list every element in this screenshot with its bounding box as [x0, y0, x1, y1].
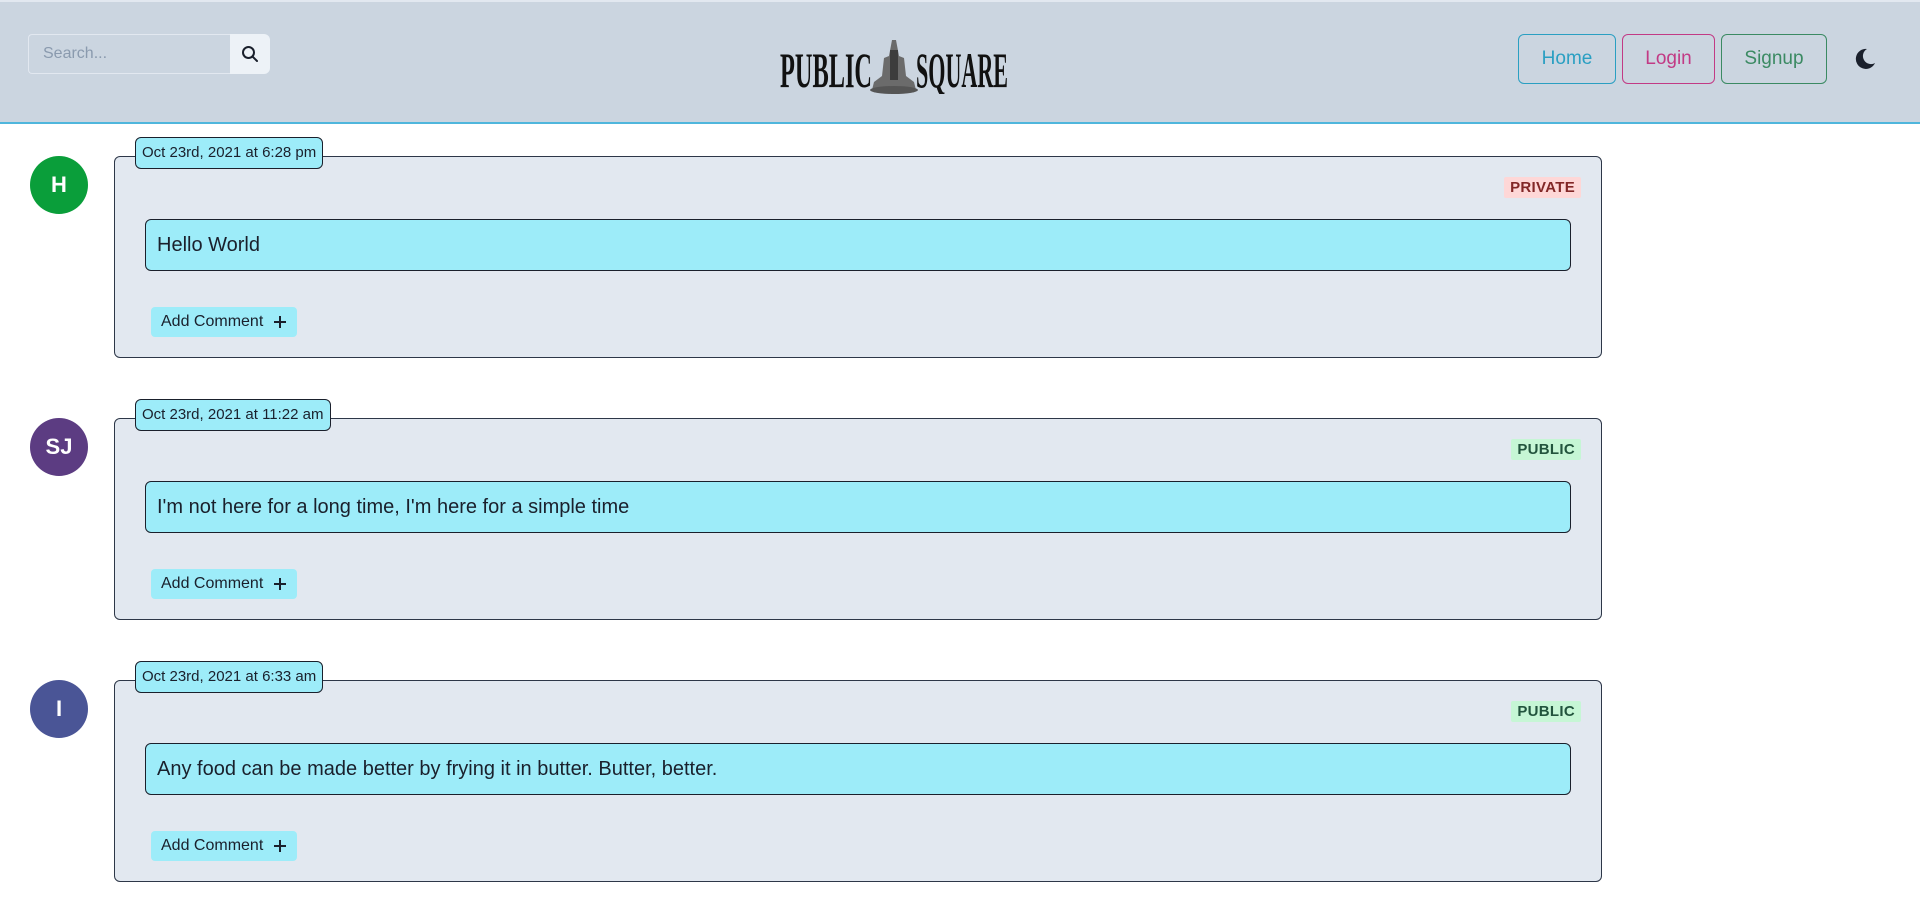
- post-item: SJ Oct 23rd, 2021 at 11:22 am PUBLIC I'm…: [0, 386, 1920, 626]
- visibility-badge: PUBLIC: [1511, 439, 1581, 460]
- moon-icon: [1855, 48, 1875, 69]
- avatar[interactable]: I: [30, 680, 88, 738]
- post-content: Hello World: [145, 219, 1571, 271]
- search-button[interactable]: [230, 34, 270, 74]
- post-card: Oct 23rd, 2021 at 11:22 am PUBLIC I'm no…: [114, 399, 1602, 620]
- add-comment-label: Add Comment: [161, 313, 264, 330]
- post-date: Oct 23rd, 2021 at 6:33 am: [135, 661, 324, 693]
- avatar[interactable]: H: [30, 156, 88, 214]
- signup-button[interactable]: Signup: [1721, 34, 1827, 84]
- plus-icon: [274, 316, 287, 328]
- plus-icon: [274, 840, 287, 852]
- main-nav: Home Login Signup: [1518, 34, 1827, 84]
- post-date: Oct 23rd, 2021 at 6:28 pm: [135, 137, 324, 169]
- post-content: Any food can be made better by frying it…: [145, 743, 1571, 795]
- login-button[interactable]: Login: [1622, 34, 1715, 84]
- search-icon: [242, 46, 258, 62]
- post-item: H Oct 23rd, 2021 at 6:28 pm PRIVATE Hell…: [0, 124, 1920, 364]
- add-comment-label: Add Comment: [161, 837, 264, 854]
- public-square-logo[interactable]: PUBLIC SQUARE: [778, 36, 1010, 94]
- fountain-logo-image: [870, 40, 918, 94]
- add-comment-label: Add Comment: [161, 575, 264, 592]
- post-item: I Oct 23rd, 2021 at 6:33 am PUBLIC Any f…: [0, 648, 1920, 888]
- site-header: PUBLIC SQUARE Home Login Signup: [0, 0, 1920, 124]
- search-bar: [28, 34, 270, 74]
- post-date: Oct 23rd, 2021 at 11:22 am: [135, 399, 331, 431]
- home-button[interactable]: Home: [1518, 34, 1616, 84]
- post-content: I'm not here for a long time, I'm here f…: [145, 481, 1571, 533]
- theme-toggle-button[interactable]: [1852, 46, 1878, 72]
- post-card: Oct 23rd, 2021 at 6:33 am PUBLIC Any foo…: [114, 661, 1602, 882]
- plus-icon: [274, 578, 287, 590]
- add-comment-button[interactable]: Add Comment: [151, 569, 298, 599]
- svg-text:SQUARE: SQUARE: [916, 42, 1008, 94]
- search-input[interactable]: [28, 34, 230, 74]
- visibility-badge: PRIVATE: [1504, 177, 1581, 198]
- add-comment-button[interactable]: Add Comment: [151, 307, 298, 337]
- post-card: Oct 23rd, 2021 at 6:28 pm PRIVATE Hello …: [114, 137, 1602, 358]
- avatar[interactable]: SJ: [30, 418, 88, 476]
- svg-text:PUBLIC: PUBLIC: [780, 42, 872, 94]
- add-comment-button[interactable]: Add Comment: [151, 831, 298, 861]
- visibility-badge: PUBLIC: [1511, 701, 1581, 722]
